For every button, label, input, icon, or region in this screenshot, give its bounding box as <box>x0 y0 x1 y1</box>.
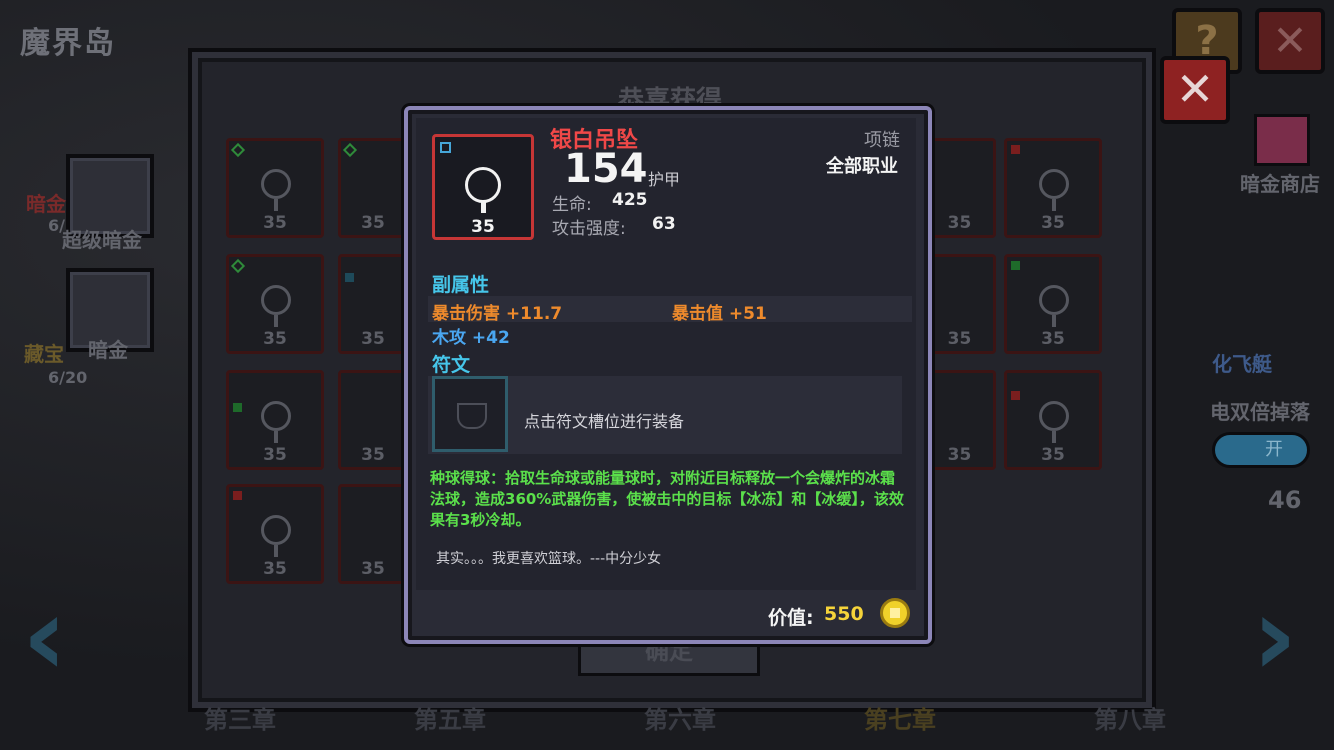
rune-hint: 点击符文槽位进行装备 <box>524 412 685 431</box>
reward-slot[interactable]: 35 <box>1004 138 1102 238</box>
reward-slot[interactable]: 35 <box>926 254 996 354</box>
dark-gold-shop-label: 暗金商店 <box>1240 172 1320 196</box>
armor-value: 154 <box>564 146 648 192</box>
reward-slot[interactable]: 35 <box>338 254 408 354</box>
class-requirement: 全部职业 <box>826 156 898 177</box>
rune-slot[interactable] <box>432 376 508 452</box>
double-drop-label: 电双倍掉落 <box>1210 400 1310 424</box>
arrow-left-icon[interactable]: ‹ <box>22 572 67 700</box>
stat-label-hp: 生命: <box>552 195 592 215</box>
close-icon: ✕ <box>1272 16 1308 65</box>
super-dark-gold-label: 超级暗金 <box>62 228 142 252</box>
item-icon-frame: 35 <box>432 134 534 240</box>
tab-chapter-5[interactable]: 第五章 <box>380 700 520 740</box>
reward-slot[interactable]: 35 <box>226 370 324 470</box>
arrow-right-icon[interactable]: › <box>1252 572 1297 700</box>
close-map-button[interactable]: ✕ <box>1255 8 1325 74</box>
page-title: 魔界岛 <box>20 26 116 61</box>
reward-slot[interactable]: 35 <box>226 254 324 354</box>
resource-count: 46 <box>1268 486 1302 514</box>
wood-attack-stat: 木攻 +42 <box>432 328 510 348</box>
count-label: 6/ <box>48 216 65 235</box>
rune-placeholder-icon <box>457 403 487 429</box>
stat-label-attack: 攻击强度: <box>552 219 626 239</box>
reward-slot[interactable]: 35 <box>926 370 996 470</box>
stat-value-attack: 63 <box>652 214 676 234</box>
tab-chapter-6[interactable]: 第六章 <box>610 700 750 740</box>
treasure-label: 藏宝 <box>24 342 64 366</box>
treasure-chest-icon[interactable] <box>1254 114 1310 166</box>
tab-chapter-8[interactable]: 第八章 <box>1060 700 1200 740</box>
tab-chapter-7[interactable]: 第七章 <box>830 700 970 740</box>
slot-type: 项链 <box>864 130 900 151</box>
socket-icon <box>440 142 451 153</box>
reward-slot[interactable]: 35 <box>338 370 408 470</box>
crit-rating-stat: 暴击值 +51 <box>672 304 767 324</box>
crit-damage-stat: 暴击伤害 +11.7 <box>432 304 563 324</box>
value-label: 价值: <box>768 607 814 629</box>
reward-slot[interactable]: 35 <box>1004 370 1102 470</box>
item-level: 35 <box>471 217 495 237</box>
reward-slot[interactable]: 35 <box>1004 254 1102 354</box>
set-effect-text: 种球得球：拾取生命球或能量球时，对附近目标释放一个会爆炸的冰霜法球，造成360%… <box>430 469 904 529</box>
reward-slot[interactable]: 35 <box>226 138 324 238</box>
value-amount: 550 <box>824 603 864 625</box>
flavor-text: 其实。。。我更喜欢篮球。---中分少女 <box>436 551 662 567</box>
reward-slot[interactable]: 35 <box>338 138 408 238</box>
necklace-icon <box>465 167 501 203</box>
dark-gold-label: 暗金 <box>88 338 128 362</box>
reward-slot[interactable]: 35 <box>226 484 324 584</box>
armor-label: 护甲 <box>648 170 681 189</box>
close-icon: ✕ <box>1175 62 1215 116</box>
rune-header: 符文 <box>432 354 471 376</box>
reward-slot[interactable]: 35 <box>338 484 408 584</box>
reward-slot[interactable]: 35 <box>926 138 996 238</box>
dark-gold-partial-label: 暗金 <box>26 192 66 216</box>
treasure-count: 6/20 <box>48 368 88 387</box>
stat-value-hp: 425 <box>612 190 648 210</box>
double-drop-toggle[interactable]: 开 <box>1212 432 1310 468</box>
airship-label: 化飞艇 <box>1212 352 1272 376</box>
tab-chapter-3[interactable]: 第三章 <box>170 700 310 740</box>
secondary-header: 副属性 <box>432 274 490 296</box>
close-panel-button[interactable]: ✕ <box>1160 56 1230 124</box>
gold-coin-icon <box>880 598 910 628</box>
